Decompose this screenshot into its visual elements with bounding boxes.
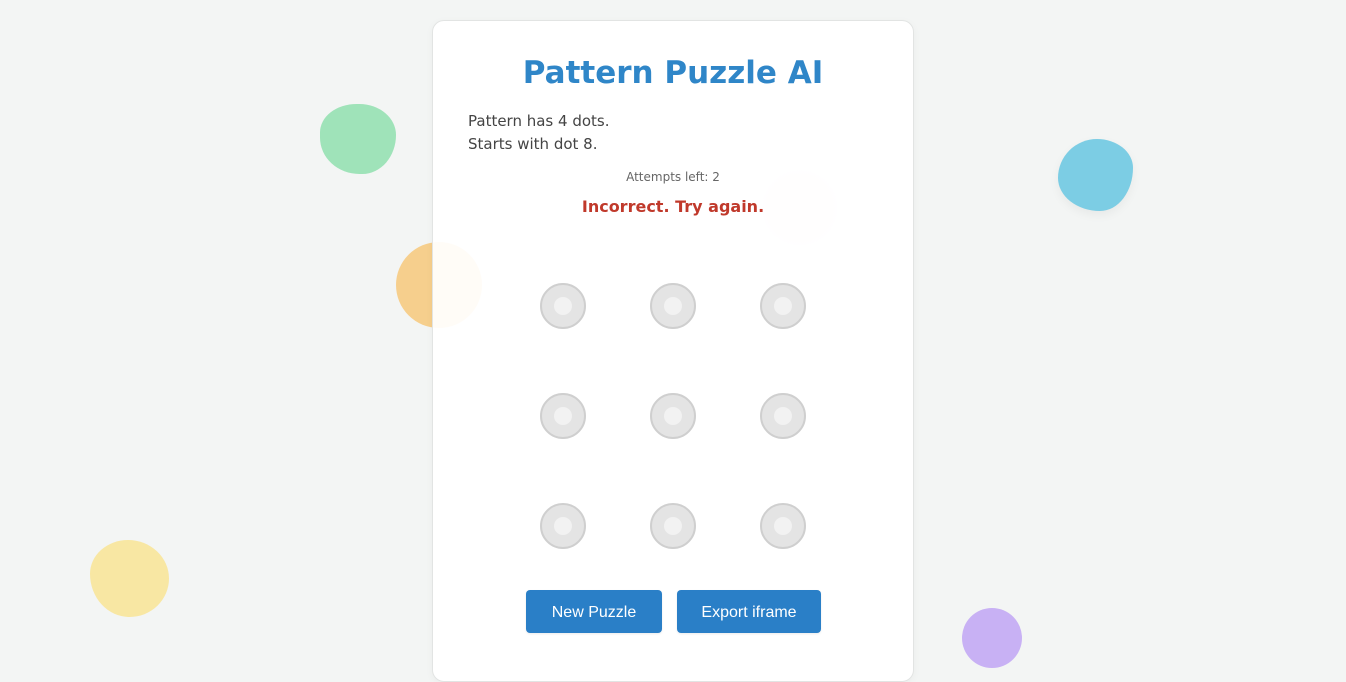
dot-center [664, 297, 682, 315]
pattern-dot-3[interactable] [760, 283, 806, 329]
new-puzzle-button[interactable]: New Puzzle [526, 590, 662, 633]
pattern-dot-1[interactable] [540, 283, 586, 329]
pattern-dot-2[interactable] [650, 283, 696, 329]
decorative-blob-purple [962, 608, 1022, 668]
dot-center [774, 407, 792, 425]
dot-center [554, 407, 572, 425]
dot-center [554, 297, 572, 315]
puzzle-card: Pattern Puzzle AI Pattern has 4 dots. St… [432, 20, 914, 682]
decorative-blob-blue [1058, 139, 1133, 211]
decorative-blob-yellow [90, 540, 169, 617]
pattern-dot-7[interactable] [540, 503, 586, 549]
dot-center [664, 517, 682, 535]
attempts-left: Attempts left: 2 [626, 170, 720, 184]
dot-center [774, 297, 792, 315]
page-title: Pattern Puzzle AI [522, 55, 824, 91]
pattern-dot-4[interactable] [540, 393, 586, 439]
dot-center [664, 407, 682, 425]
pattern-dot-8[interactable] [650, 503, 696, 549]
export-iframe-button[interactable]: Export iframe [677, 590, 821, 633]
pattern-start-hint: Starts with dot 8. [468, 135, 598, 153]
pattern-dot-9[interactable] [760, 503, 806, 549]
dot-center [554, 517, 572, 535]
pattern-dot-6[interactable] [760, 393, 806, 439]
decorative-blob-green [320, 104, 396, 174]
result-message: Incorrect. Try again. [581, 197, 765, 216]
pattern-length-hint: Pattern has 4 dots. [468, 112, 610, 130]
dot-center [774, 517, 792, 535]
pattern-dot-5[interactable] [650, 393, 696, 439]
